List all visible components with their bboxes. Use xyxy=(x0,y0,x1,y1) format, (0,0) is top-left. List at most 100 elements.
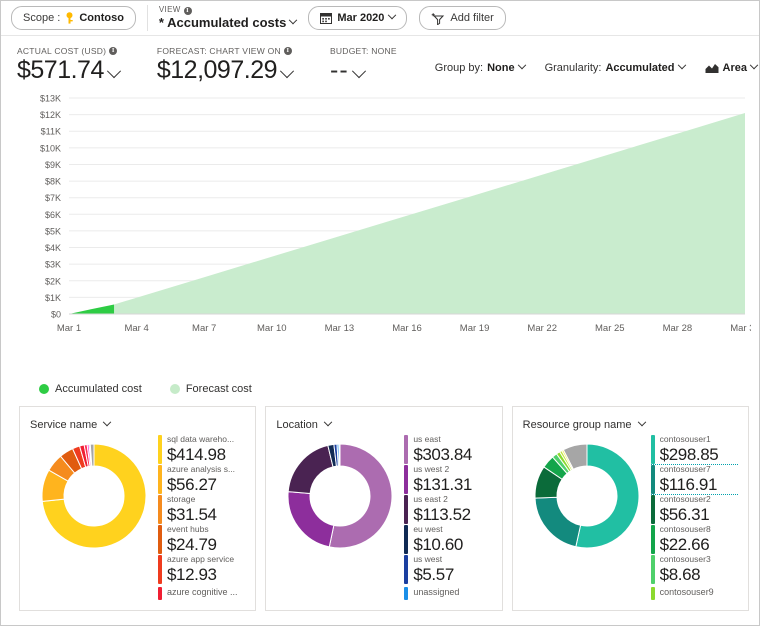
card-legend-item[interactable]: eu west$10.60 xyxy=(404,525,492,554)
card-dimension-selector-location[interactable]: Location xyxy=(276,419,331,431)
legend-item-name: azure cognitive ... xyxy=(167,588,238,598)
donut-slice[interactable] xyxy=(339,444,340,466)
donut-chart-service-name[interactable] xyxy=(35,437,153,555)
legend-swatch xyxy=(170,384,180,394)
y-axis-tick-label: $5K xyxy=(45,226,61,236)
y-axis-tick-label: $10K xyxy=(40,143,61,153)
card-legend-item[interactable]: contosouser9 xyxy=(651,585,739,601)
legend-item-name: azure app service xyxy=(167,555,234,564)
legend-text: azure cognitive ... xyxy=(167,588,238,598)
card-legend-item[interactable]: us west$5.57 xyxy=(404,555,492,584)
donut-slice[interactable] xyxy=(288,492,334,547)
card-legend: us east$303.84us west 2$131.31us east 2$… xyxy=(404,433,492,601)
chevron-down-icon xyxy=(280,64,294,78)
x-axis-tick-label: Mar 4 xyxy=(124,323,148,334)
legend-color-bar xyxy=(158,555,162,584)
forecast-value-row[interactable]: $12,097.29 xyxy=(157,56,292,85)
cost-area-chart[interactable]: $13K$12K$11K$10K$9K$8K$7K$6K$5K$4K$3K$2K… xyxy=(11,92,749,372)
card-legend-item[interactable]: unassigned xyxy=(404,585,492,601)
forecast-info-icon[interactable]: i xyxy=(284,47,292,55)
legend-text: contosouser2$56.31 xyxy=(660,495,711,524)
date-range-selector[interactable]: Mar 2020 xyxy=(308,6,407,30)
donut-chart-container xyxy=(30,433,158,555)
legend-color-bar xyxy=(158,465,162,494)
legend-text: us east$303.84 xyxy=(413,435,472,464)
legend-text: eu west$10.60 xyxy=(413,525,463,554)
card-title-label: Service name xyxy=(30,419,97,431)
view-selector[interactable]: VIEW i * Accumulated costs xyxy=(159,6,296,29)
breakdown-card-resource-group-name: Resource group namecontosouser1$298.85co… xyxy=(512,406,749,611)
cost-area-chart-svg: $13K$12K$11K$10K$9K$8K$7K$6K$5K$4K$3K$2K… xyxy=(11,92,751,342)
legend-item-forecast-cost[interactable]: Forecast cost xyxy=(170,383,252,395)
actual-cost-info-icon[interactable]: i xyxy=(109,47,117,55)
chevron-down-icon xyxy=(352,64,366,78)
budget-value-row[interactable]: -- xyxy=(330,56,397,85)
budget-caption: BUDGET: NONE xyxy=(330,46,397,56)
x-axis-tick-label: Mar 10 xyxy=(257,323,287,334)
group-by-control[interactable]: Group by: None xyxy=(435,62,525,74)
y-axis-tick-label: $7K xyxy=(45,193,61,203)
chevron-down-icon xyxy=(677,61,685,69)
card-legend-item[interactable]: storage$31.54 xyxy=(158,495,246,524)
donut-chart-container xyxy=(276,433,404,555)
card-legend-item[interactable]: azure cognitive ... xyxy=(158,585,246,601)
card-legend-item[interactable]: us west 2$131.31 xyxy=(404,465,492,494)
legend-color-bar xyxy=(158,435,162,464)
card-legend-item[interactable]: sql data wareho...$414.98 xyxy=(158,435,246,464)
chart-type-control[interactable]: Area xyxy=(705,62,757,74)
legend-color-bar xyxy=(158,495,162,524)
card-dimension-selector-resource-group-name[interactable]: Resource group name xyxy=(523,419,645,431)
legend-item-value: $56.31 xyxy=(660,505,711,524)
card-legend-item[interactable]: event hubs$24.79 xyxy=(158,525,246,554)
card-legend-item[interactable]: contosouser7$116.91 xyxy=(651,465,739,494)
card-legend-item[interactable]: us east$303.84 xyxy=(404,435,492,464)
scope-selector[interactable]: Scope : Contoso xyxy=(11,6,136,30)
legend-item-name: us east xyxy=(413,435,472,444)
key-icon xyxy=(65,12,74,24)
card-legend-item[interactable]: contosouser2$56.31 xyxy=(651,495,739,524)
card-legend: contosouser1$298.85contosouser7$116.91co… xyxy=(651,433,739,601)
y-axis-tick-label: $8K xyxy=(45,177,61,187)
x-axis-tick-label: Mar 16 xyxy=(392,323,422,334)
legend-item-name: contosouser3 xyxy=(660,555,711,564)
toolbar-divider xyxy=(147,5,148,31)
donut-slice[interactable] xyxy=(535,497,581,547)
legend-item-name: us east 2 xyxy=(413,495,470,504)
legend-color-bar xyxy=(404,495,408,524)
legend-item-value: $10.60 xyxy=(413,535,463,554)
view-caption: VIEW xyxy=(159,6,181,14)
legend-text: us east 2$113.52 xyxy=(413,495,470,524)
group-by-value: None xyxy=(487,62,515,74)
legend-item-name: contosouser2 xyxy=(660,495,711,504)
legend-label: Accumulated cost xyxy=(55,383,142,395)
donut-chart-resource-group-name[interactable] xyxy=(528,437,646,555)
card-legend-item[interactable]: azure analysis s...$56.27 xyxy=(158,465,246,494)
donut-chart-location[interactable] xyxy=(281,437,399,555)
card-title-label: Location xyxy=(276,419,318,431)
funnel-plus-icon xyxy=(431,12,445,25)
legend-item-value: $298.85 xyxy=(660,445,719,464)
card-legend-item[interactable]: contosouser1$298.85 xyxy=(651,435,739,464)
granularity-control[interactable]: Granularity: Accumulated xyxy=(545,62,685,74)
donut-slice[interactable] xyxy=(289,445,334,493)
actual-cost-value-row[interactable]: $571.74 xyxy=(17,56,119,85)
date-range-value: Mar 2020 xyxy=(337,12,384,24)
legend-item-name: contosouser7 xyxy=(660,465,717,474)
legend-item-accumulated-cost[interactable]: Accumulated cost xyxy=(39,383,142,395)
legend-color-bar xyxy=(404,465,408,494)
legend-text: contosouser1$298.85 xyxy=(660,435,719,464)
card-dimension-selector-service-name[interactable]: Service name xyxy=(30,419,110,431)
legend-item-value: $8.68 xyxy=(660,565,711,584)
add-filter-button[interactable]: Add filter xyxy=(419,6,505,30)
legend-color-bar xyxy=(404,435,408,464)
card-legend-item[interactable]: us east 2$113.52 xyxy=(404,495,492,524)
card-legend-item[interactable]: contosouser8$22.66 xyxy=(651,525,739,554)
chevron-down-icon xyxy=(289,16,297,24)
view-info-icon[interactable]: i xyxy=(184,7,192,15)
legend-color-bar xyxy=(404,555,408,584)
area-chart-icon xyxy=(705,63,719,74)
card-legend-item[interactable]: azure app service$12.93 xyxy=(158,555,246,584)
donut-chart-container xyxy=(523,433,651,555)
card-legend-item[interactable]: contosouser3$8.68 xyxy=(651,555,739,584)
group-by-label: Group by: xyxy=(435,62,483,74)
